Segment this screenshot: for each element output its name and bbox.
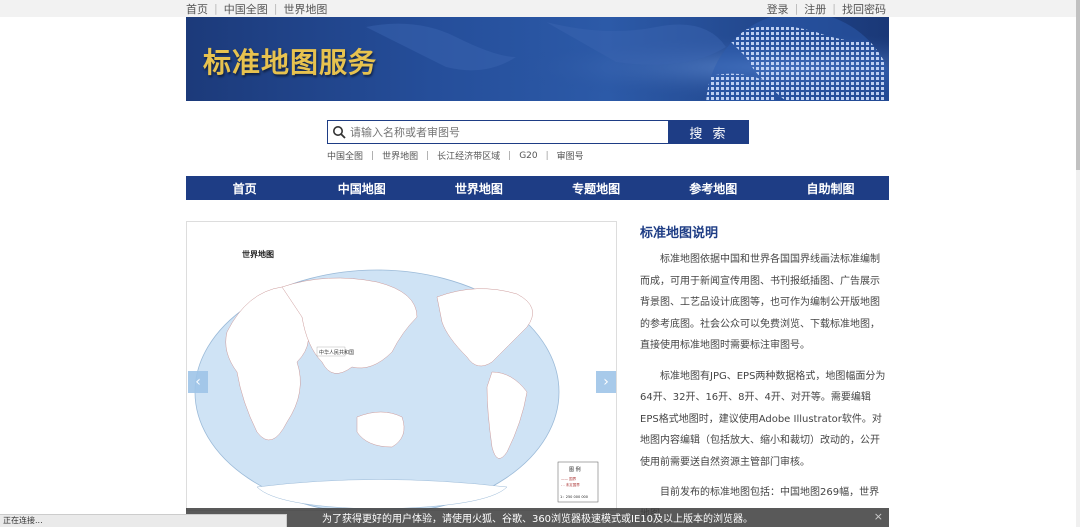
recover-password-link[interactable]: 找回密码 [842,1,886,17]
search-input[interactable] [350,122,660,142]
map-country-label: 中华人民共和国 [319,349,354,356]
nav-custom-mapping[interactable]: 自助制图 [772,176,889,200]
nav-thematic-map[interactable]: 专题地图 [538,176,655,200]
carousel-next-arrow[interactable]: › [596,371,616,393]
map-carousel[interactable]: 世界地图 中华人民共和国 图 例 —— 国界 - - 未定国界 1：250 00… [186,221,617,511]
quick-link-g20[interactable]: G20 [519,151,537,161]
description-paragraph-1: 标准地图依据中国和世界各国国界线画法标准编制而成，可用于新闻宣传用图、书刊报纸插… [640,254,880,351]
site-title: 标准地图服务 [203,46,378,79]
nav-home[interactable]: 首页 [186,176,303,200]
top-right-links: 登录 | 注册 | 找回密码 [767,1,886,17]
map-legend-border: —— 国界 [561,476,577,481]
separator: | [508,150,512,161]
separator: | [214,2,218,15]
nav-world-map[interactable]: 世界地图 [420,176,537,200]
separator: | [426,150,430,161]
world-map-image: 中华人民共和国 图 例 —— 国界 - - 未定国界 1：250 000 000 [194,269,599,510]
top-link-home[interactable]: 首页 [186,1,208,17]
browser-notice-text: 为了获得更好的用户体验，请使用火狐、谷歌、360浏览器极速模式或IE10及以上版… [321,514,754,525]
search-button[interactable]: 搜 索 [669,120,749,144]
search-box [327,120,669,144]
main-nav: 首页 中国地图 世界地图 专题地图 参考地图 自助制图 [186,176,889,200]
separator: | [273,2,278,15]
description-heading: 标准地图说明 [640,226,719,241]
top-link-china-map[interactable]: 中国全图 [224,1,268,17]
map-legend-undetermined-border: - - 未定国界 [561,482,580,487]
browser-notice-bar: 为了获得更好的用户体验，请使用火狐、谷歌、360浏览器极速模式或IE10及以上版… [186,508,889,527]
close-icon[interactable]: × [874,510,883,523]
separator: | [832,2,836,15]
page-scrollbar[interactable] [1076,0,1080,527]
description-paragraph-2: 标准地图有JPG、EPS两种数据格式，地图幅面分为64开、32开、16开、8开、… [640,370,886,468]
scrollbar-thumb[interactable] [1076,0,1080,170]
quick-link-china[interactable]: 中国全图 [327,149,363,162]
separator: | [794,2,799,15]
login-link[interactable]: 登录 [767,1,789,17]
separator: | [371,150,375,161]
map-legend-title: 图 例 [569,466,581,473]
separator: | [545,150,549,161]
quick-link-world[interactable]: 世界地图 [382,149,418,162]
nav-reference-map[interactable]: 参考地图 [655,176,772,200]
search-icon [328,121,350,143]
map-scale: 1：250 000 000 [560,495,588,499]
top-link-world-map[interactable]: 世界地图 [283,1,327,17]
description-panel: 标准地图说明 标准地图依据中国和世界各国国界线画法标准编制而成，可用于新闻宣传用… [640,222,888,527]
top-bar: 首页 | 中国全图 | 世界地图 登录 | 注册 | 找回密码 [0,0,1076,17]
quick-link-review-number[interactable]: 审图号 [557,149,584,162]
search-quick-links: 中国全图 | 世界地图 | 长江经济带区域 | G20 | 审图号 [327,149,584,163]
quick-link-yangtze[interactable]: 长江经济带区域 [437,149,500,162]
carousel-prev-arrow[interactable]: ‹ [188,371,208,393]
nav-china-map[interactable]: 中国地图 [303,176,420,200]
register-link[interactable]: 注册 [804,1,826,17]
top-left-links: 首页 | 中国全图 | 世界地图 [186,1,327,17]
header-banner: 标准地图服务 [186,17,889,101]
browser-status-bar: 正在连接... [0,514,287,527]
